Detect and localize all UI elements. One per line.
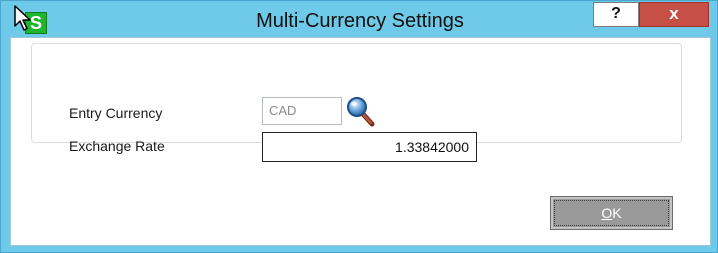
currency-group-box: [31, 43, 682, 143]
close-button[interactable]: x: [639, 2, 709, 27]
ok-button[interactable]: OK: [550, 196, 673, 230]
lookup-magnifier-icon[interactable]: [345, 96, 377, 128]
exchange-rate-field[interactable]: 1.33842000: [262, 132, 477, 162]
multi-currency-settings-window: Multi-Currency Settings S ? x Entry Curr…: [0, 0, 718, 253]
exchange-rate-label: Exchange Rate: [69, 138, 165, 154]
mouse-cursor-icon: [14, 5, 31, 31]
ok-mnemonic-letter: O: [601, 205, 613, 221]
entry-currency-field[interactable]: CAD: [262, 97, 342, 125]
ok-label-rest: K: [612, 205, 622, 221]
help-button[interactable]: ?: [593, 2, 639, 27]
entry-currency-label: Entry Currency: [69, 105, 163, 121]
